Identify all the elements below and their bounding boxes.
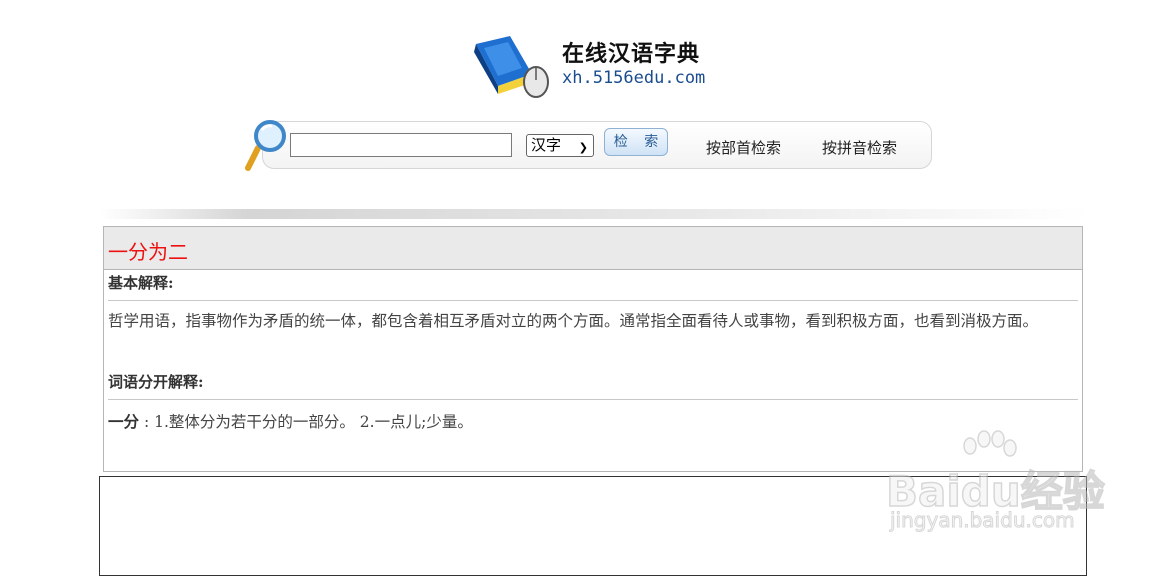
search-input[interactable] — [290, 133, 512, 157]
dictionary-book-icon — [474, 36, 549, 98]
search-type-select[interactable]: 汉字 ❯ — [526, 134, 594, 157]
split-separator: : — [139, 413, 155, 431]
entry-header — [104, 227, 1082, 270]
split-explanation-row: 一分 : 1.整体分为若干分的一部分。 2.一点儿;少量。 — [108, 410, 473, 432]
basic-explanation-text: 哲学用语，指事物作为矛盾的统一体，都包含着相互矛盾对立的两个方面。通常指全面看待… — [108, 312, 1039, 330]
search-button[interactable]: 检 索 — [604, 128, 668, 156]
split-explanation-label: 词语分开解释: — [108, 373, 204, 391]
search-bar: 汉字 ❯ 检 索 按部首检索 按拼音检索 — [244, 118, 934, 172]
section-rule — [108, 399, 1078, 400]
site-title: 在线汉语字典 — [562, 42, 701, 67]
site-logo[interactable]: 在线汉语字典 xh.5156edu.com — [470, 32, 730, 100]
split-term: 一分 — [108, 412, 140, 431]
pinyin-search-link[interactable]: 按拼音检索 — [822, 137, 897, 158]
basic-explanation-label: 基本解释: — [108, 274, 174, 292]
watermark-url: jingyan.baidu.com — [890, 508, 1076, 533]
section-rule — [108, 300, 1078, 301]
chevron-down-icon: ❯ — [578, 141, 588, 154]
radical-search-link[interactable]: 按部首检索 — [706, 137, 781, 158]
split-definition: 1.整体分为若干分的一部分。 2.一点儿;少量。 — [154, 413, 473, 431]
site-url: xh.5156edu.com — [562, 68, 706, 88]
entry-word-title: 一分为二 — [108, 240, 188, 264]
search-type-selected: 汉字 — [531, 136, 562, 154]
baidu-watermark: Baidu经验 jingyan.baidu.com — [885, 430, 1106, 540]
magnifier-icon — [245, 120, 286, 171]
divider — [100, 209, 1090, 219]
